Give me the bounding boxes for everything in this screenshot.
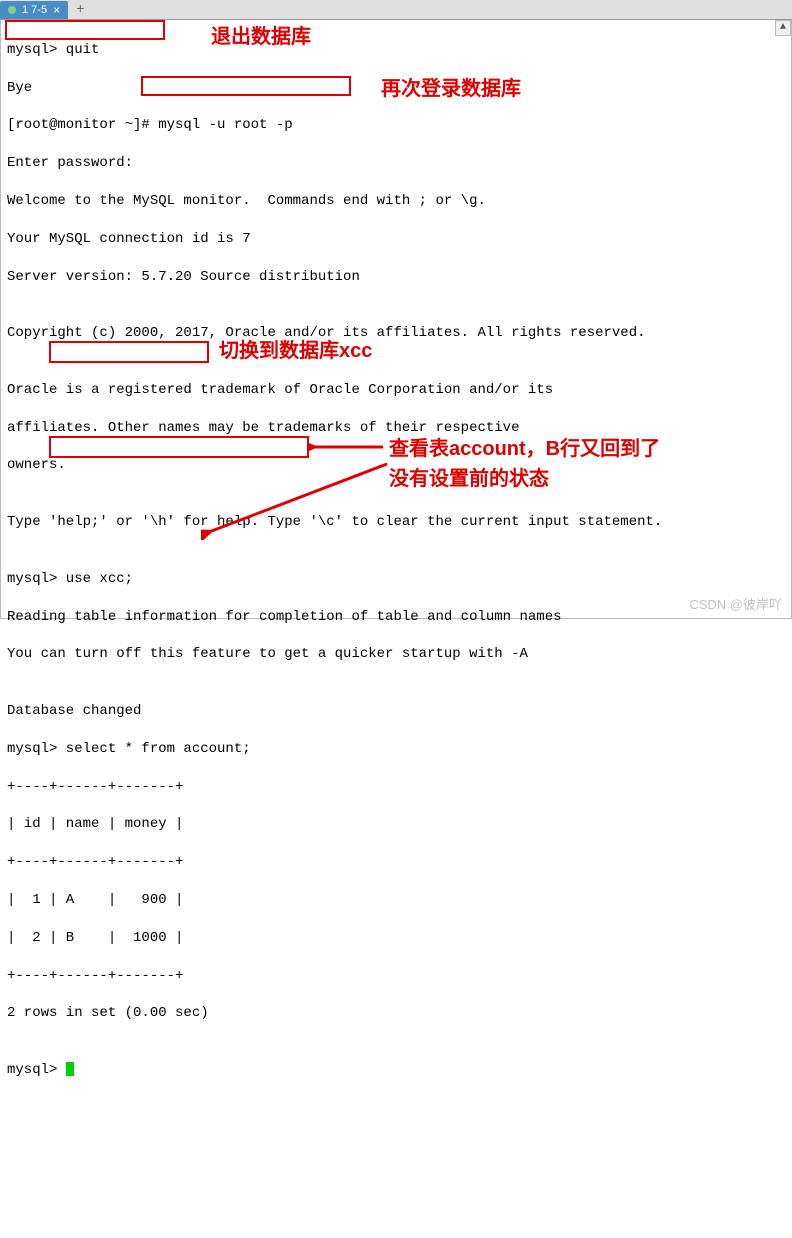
terminal-line: Reading table information for completion… — [7, 608, 785, 627]
terminal-line: Oracle is a registered trademark of Orac… — [7, 381, 785, 400]
terminal-line: affiliates. Other names may be trademark… — [7, 419, 785, 438]
tab-label: 1 7-5 — [22, 4, 47, 16]
terminal-line: Server version: 5.7.20 Source distributi… — [7, 268, 785, 287]
terminal-line: +----+------+-------+ — [7, 853, 785, 872]
terminal-line: Your MySQL connection id is 7 — [7, 230, 785, 249]
terminal-line: Copyright (c) 2000, 2017, Oracle and/or … — [7, 324, 785, 343]
terminal-prompt-line: mysql> — [7, 1061, 785, 1080]
prompt-text: mysql> — [7, 1062, 66, 1078]
terminal-line: You can turn off this feature to get a q… — [7, 645, 785, 664]
terminal-line: 2 rows in set (0.00 sec) — [7, 1004, 785, 1023]
highlight-box-select — [49, 436, 309, 458]
highlight-box-usexcc — [49, 341, 209, 363]
terminal-line: mysql> select * from account; — [7, 740, 785, 759]
add-tab-icon[interactable]: + — [68, 2, 92, 18]
terminal-line: Type 'help;' or '\h' for help. Type '\c'… — [7, 513, 785, 532]
terminal-line: | 2 | B | 1000 | — [7, 929, 785, 948]
scroll-up-button[interactable]: ▲ — [775, 20, 791, 36]
terminal-line: Database changed — [7, 702, 785, 721]
terminal-line: owners. — [7, 456, 785, 475]
terminal-line: | 1 | A | 900 | — [7, 891, 785, 910]
cursor-icon — [66, 1062, 74, 1076]
terminal-line: [root@monitor ~]# mysql -u root -p — [7, 116, 785, 135]
highlight-box-quit — [5, 20, 165, 40]
terminal-line: +----+------+-------+ — [7, 967, 785, 986]
terminal-line: Welcome to the MySQL monitor. Commands e… — [7, 192, 785, 211]
terminal-line: Bye — [7, 79, 785, 98]
terminal-line: | id | name | money | — [7, 815, 785, 834]
terminal-line: Enter password: — [7, 154, 785, 173]
terminal-line: mysql> quit — [7, 41, 785, 60]
terminal-line: +----+------+-------+ — [7, 778, 785, 797]
terminal-output[interactable]: mysql> quit Bye [root@monitor ~]# mysql … — [0, 20, 792, 619]
tab-bar: 1 7-5 × + — [0, 0, 792, 20]
session-tab[interactable]: 1 7-5 × — [0, 1, 68, 19]
status-dot-icon — [8, 6, 16, 14]
arrow-icon — [307, 437, 387, 457]
terminal-line: mysql> use xcc; — [7, 570, 785, 589]
close-icon[interactable]: × — [53, 3, 60, 17]
